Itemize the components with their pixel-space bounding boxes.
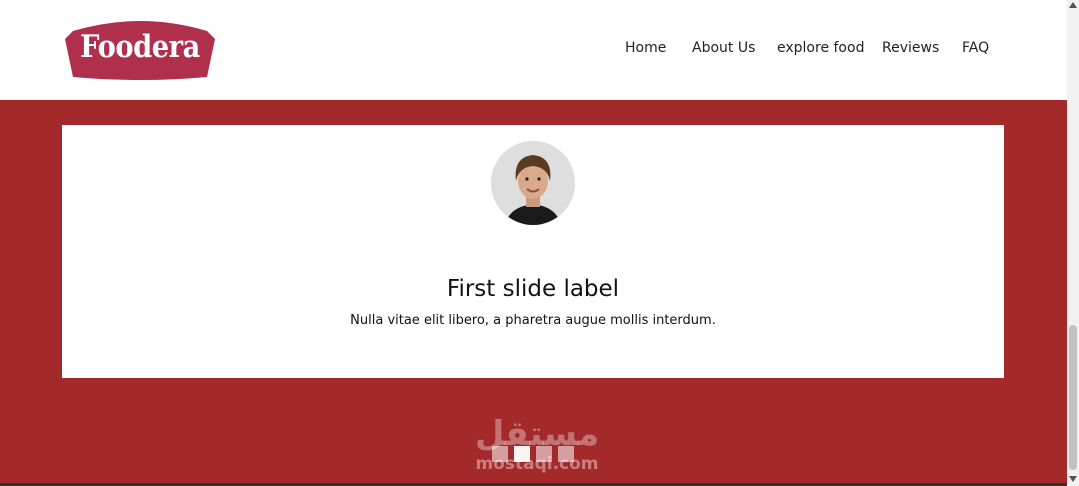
nav-link-reviews[interactable]: Reviews (882, 40, 939, 56)
carousel-indicator[interactable] (492, 446, 508, 462)
person-avatar-icon (491, 141, 575, 225)
slide-title: First slide label (446, 276, 620, 302)
scrollbar-thumb[interactable] (1069, 325, 1077, 470)
nav-link-explore-food[interactable]: explore food (777, 40, 864, 56)
page: Foodera Home About Us explore food Revie… (0, 0, 1067, 486)
main-nav: Home About Us explore food Reviews FAQ (0, 40, 1067, 60)
nav-link-about-us[interactable]: About Us (692, 40, 755, 56)
carousel-indicator[interactable] (558, 446, 574, 462)
reviewer-avatar (491, 141, 575, 225)
scroll-down-arrow-icon[interactable] (1069, 474, 1077, 484)
site-header: Foodera Home About Us explore food Revie… (0, 0, 1067, 100)
nav-link-faq[interactable]: FAQ (962, 40, 989, 56)
carousel-indicator[interactable] (514, 446, 530, 462)
carousel-slide: First slide label Nulla vitae elit liber… (62, 125, 1004, 378)
scroll-up-arrow-icon[interactable] (1069, 0, 1077, 10)
slide-caption: Nulla vitae elit libero, a pharetra augu… (350, 313, 716, 328)
vertical-scrollbar[interactable] (1067, 0, 1079, 486)
carousel-indicator[interactable] (536, 446, 552, 462)
nav-link-home[interactable]: Home (625, 40, 666, 56)
